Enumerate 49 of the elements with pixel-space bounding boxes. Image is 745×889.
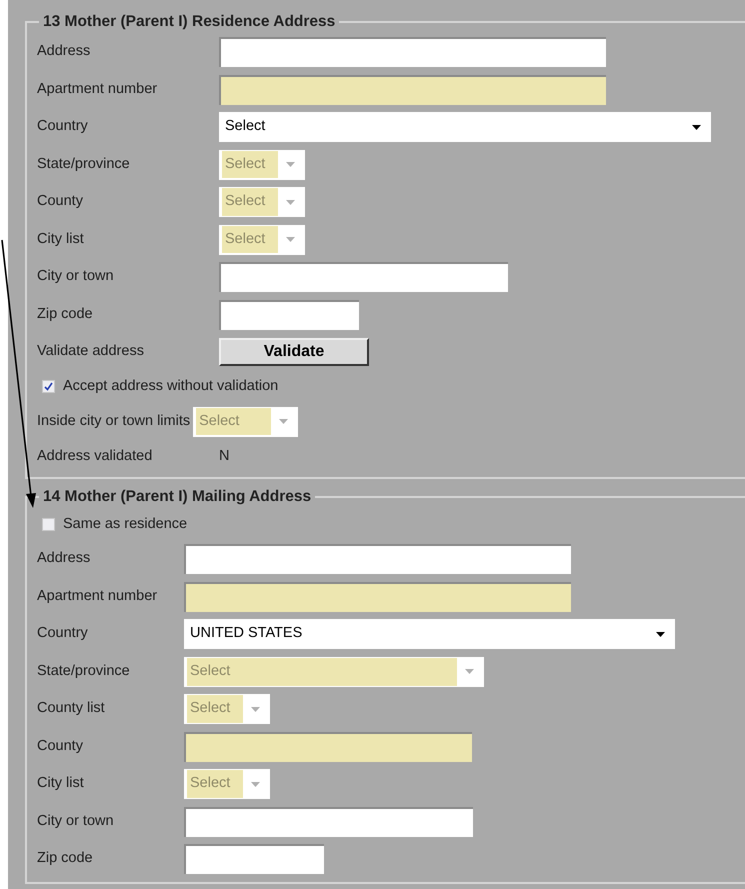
field-label: Apartment number (37, 586, 158, 606)
text-field[interactable] (219, 262, 508, 292)
dropdown[interactable]: Select (219, 112, 711, 142)
caret-icon (251, 782, 260, 787)
field-label: Apartment number (37, 80, 158, 99)
text-field[interactable] (219, 74, 606, 104)
text-field[interactable] (184, 844, 324, 874)
text-field[interactable] (184, 582, 571, 612)
field-label: Country (37, 117, 89, 136)
caret-icon (279, 419, 288, 424)
dropdown[interactable]: UNITED STATES (184, 619, 675, 650)
field-label: City list (37, 230, 85, 249)
checkbox-label: Accept address without validation (63, 376, 278, 396)
field-label: City or town (37, 812, 115, 831)
field-label: County list (37, 699, 106, 718)
field-label: Country (37, 624, 89, 644)
caret-icon (251, 706, 260, 712)
caret-icon (286, 200, 295, 204)
caret-icon (656, 632, 665, 637)
checkbox[interactable] (42, 518, 55, 531)
check-icon (44, 382, 53, 392)
checkbox[interactable] (42, 380, 55, 394)
field-label: Address (37, 42, 92, 62)
validate-button[interactable]: Validate (219, 338, 369, 366)
text-field[interactable] (219, 300, 359, 330)
field-label: County (37, 736, 84, 756)
caret-icon (692, 124, 701, 130)
section-title: 14 Mother (Parent I) Mailing Address (42, 487, 312, 508)
field-label: Validate address (37, 342, 145, 362)
field-label: Zip code (37, 849, 94, 868)
field-label: State/province (37, 662, 131, 681)
field-value: N (219, 446, 230, 466)
caret-icon (286, 162, 295, 167)
field-label: Address validated (37, 446, 154, 466)
caret-icon (465, 669, 474, 674)
text-field[interactable] (219, 37, 606, 67)
caret-icon (286, 237, 295, 242)
checkbox-label: Same as residence (63, 514, 188, 534)
field-label: County (37, 192, 84, 212)
text-field[interactable] (184, 544, 571, 574)
section-title: 13 Mother (Parent I) Residence Address (42, 12, 336, 32)
field-label: Inside city or town limits (37, 412, 192, 431)
text-field[interactable] (184, 732, 472, 762)
field-label: Address (37, 549, 92, 568)
text-field[interactable] (184, 806, 473, 837)
field-label: City list (37, 774, 85, 794)
field-label: City or town (37, 267, 115, 286)
field-label: Zip code (37, 304, 94, 324)
field-label: State/province (37, 154, 131, 174)
